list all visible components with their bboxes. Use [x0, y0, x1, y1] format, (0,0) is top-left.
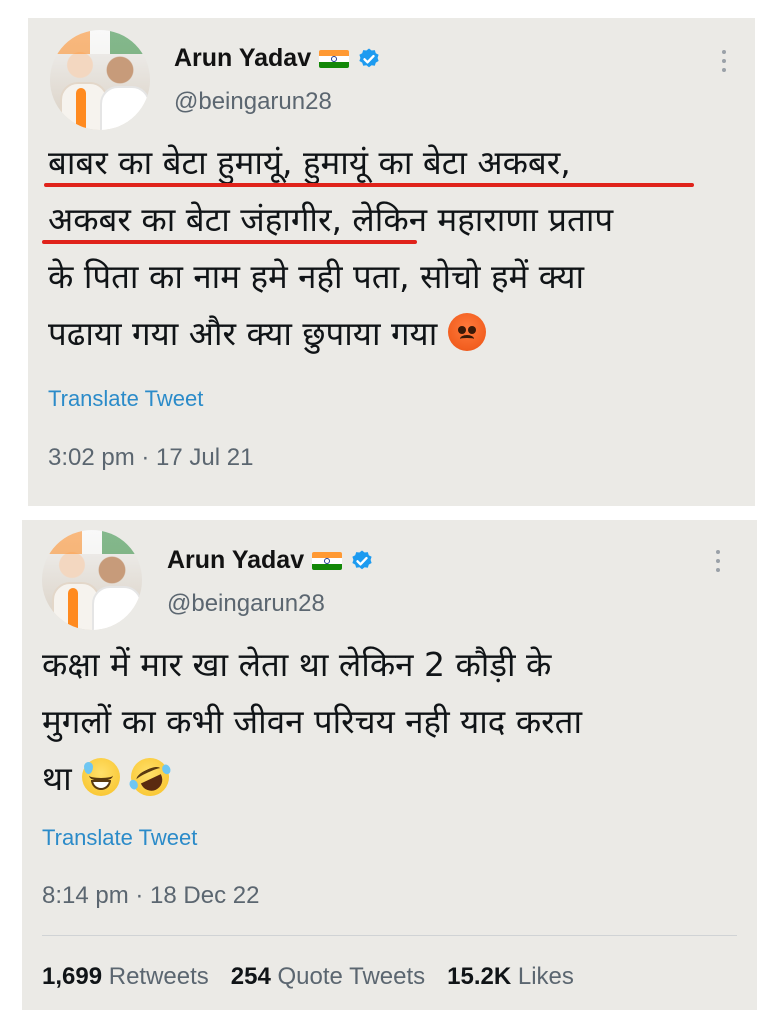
tweet-line: मुगलों का कभी जीवन परिचय नही याद करता: [42, 702, 583, 741]
quote-tweets-stat[interactable]: 254 Quote Tweets: [231, 963, 425, 991]
retweets-stat[interactable]: 1,699 Retweets: [42, 963, 209, 991]
quote-tweets-label: Quote Tweets: [277, 963, 426, 990]
divider: [42, 935, 737, 936]
tweet-line: अकबर का बेटा जंहागीर, लेकिन महाराणा प्रत…: [48, 200, 614, 239]
author-handle[interactable]: @beingarun28: [174, 88, 332, 116]
likes-stat[interactable]: 15.2K Likes: [447, 963, 574, 991]
angry-face-emoji: [447, 313, 486, 351]
retweets-count: 1,699: [42, 963, 103, 990]
tweet-text: बाबर का बेटा हुमायूं, हुमायूं का बेटा अक…: [48, 134, 613, 362]
author-handle[interactable]: @beingarun28: [167, 590, 325, 618]
rolling-on-floor-laughing-emoji: [124, 751, 175, 803]
author-name[interactable]: Arun Yadav: [167, 546, 304, 575]
india-flag-icon: [312, 551, 343, 570]
avatar[interactable]: [42, 530, 142, 630]
tweet-card-1: Arun Yadav @beingarun28 बाबर का बेटा हुम…: [28, 18, 755, 506]
more-options-icon[interactable]: [716, 550, 722, 577]
verified-badge-icon: [352, 550, 372, 569]
tweet-line: कक्षा में मार खा लेता था लेकिन 2 कौड़ी क…: [42, 645, 552, 684]
likes-label: Likes: [517, 963, 574, 990]
tweet-text: कक्षा में मार खा लेता था लेकिन 2 कौड़ी क…: [42, 636, 582, 807]
tweet-line: के पिता का नाम हमे नही पता, सोचो हमें क्…: [48, 257, 585, 296]
tweet-timestamp[interactable]: 8:14 pm · 18 Dec 22: [42, 882, 259, 910]
tweet-timestamp[interactable]: 3:02 pm · 17 Jul 21: [48, 444, 253, 472]
india-flag-icon: [319, 49, 350, 68]
tweet-line: बाबर का बेटा हुमायूं, हुमायूं का बेटा अक…: [48, 143, 571, 182]
quote-tweets-count: 254: [230, 963, 271, 990]
red-underline: [44, 183, 694, 187]
translate-tweet-link[interactable]: Translate Tweet: [48, 386, 203, 412]
tweet-line: पढाया गया और क्या छुपाया गया: [48, 314, 438, 353]
tweet-stats: 1,699 Retweets 254 Quote Tweets 15.2K Li…: [42, 963, 574, 991]
likes-count: 15.2K: [447, 963, 512, 990]
retweets-label: Retweets: [108, 963, 209, 990]
avatar[interactable]: [50, 30, 150, 130]
translate-tweet-link[interactable]: Translate Tweet: [42, 825, 197, 851]
author-name[interactable]: Arun Yadav: [174, 44, 311, 73]
author-name-row: Arun Yadav: [167, 546, 374, 575]
grinning-sweat-emoji: [82, 758, 121, 796]
tweet-line: था: [42, 759, 72, 798]
author-name-row: Arun Yadav: [174, 44, 381, 73]
verified-badge-icon: [359, 48, 379, 67]
tweet-card-2: Arun Yadav @beingarun28 कक्षा में मार खा…: [22, 520, 757, 1010]
more-options-icon[interactable]: [722, 50, 728, 77]
red-underline: [42, 240, 417, 244]
